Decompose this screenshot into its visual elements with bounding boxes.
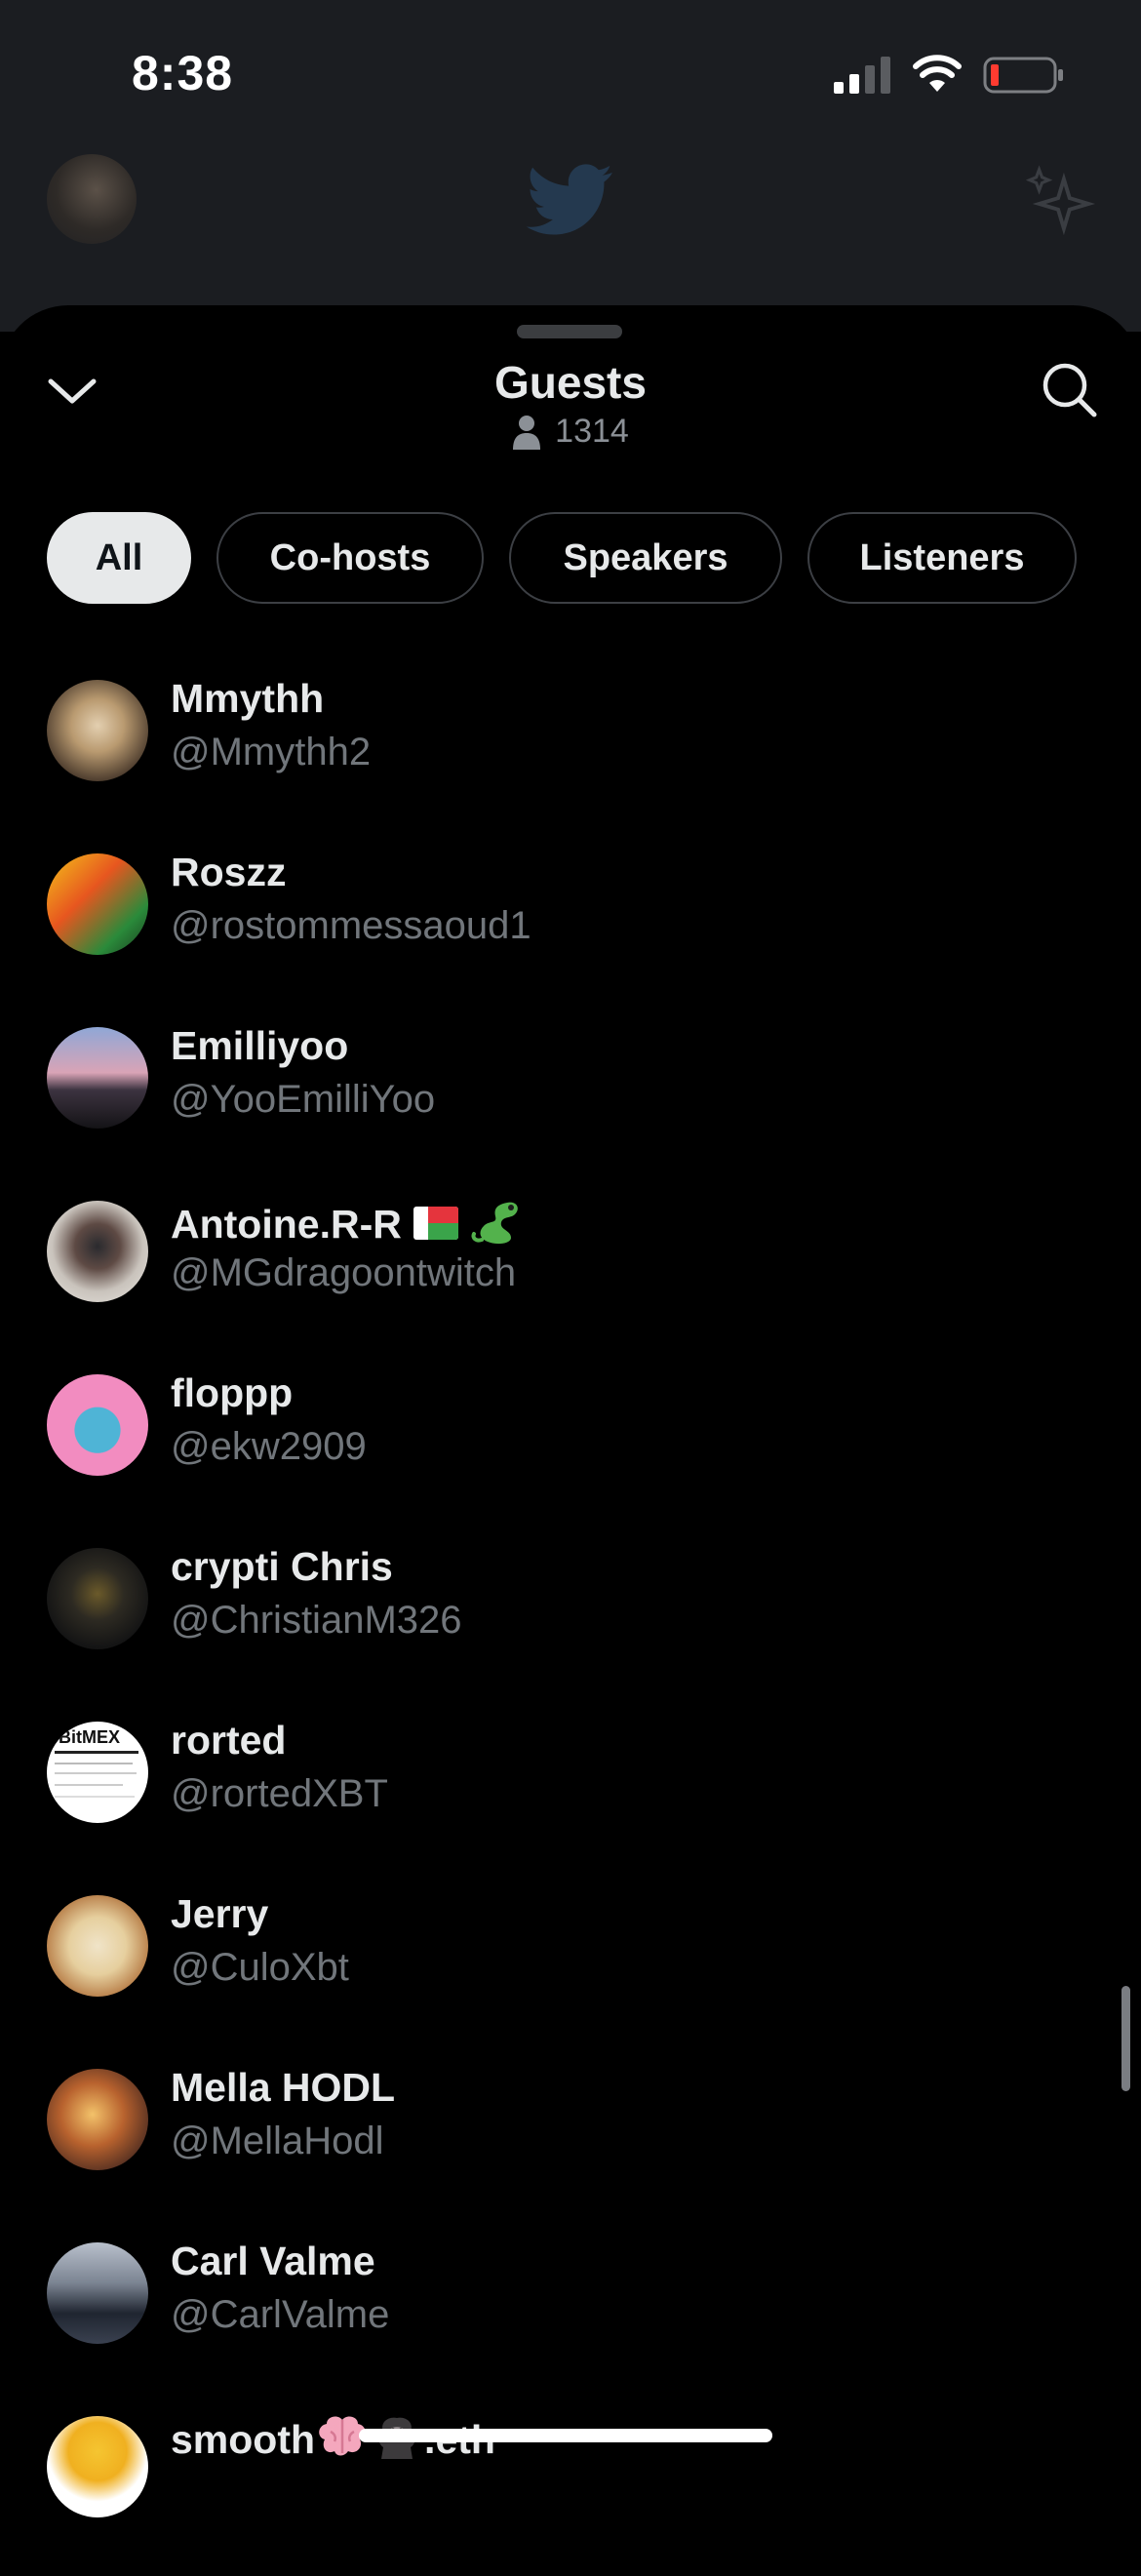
guest-handle: @rostommessaoud1 [171, 904, 531, 947]
avatar[interactable] [47, 2069, 148, 2170]
list-item[interactable]: crypti Chris @ChristianM326 [0, 1534, 1141, 1708]
search-icon [1043, 363, 1097, 417]
avatar[interactable] [47, 853, 148, 955]
guest-name: Roszz [171, 850, 287, 894]
filter-tabs: All Co-hosts Speakers Listeners [47, 512, 1077, 608]
guest-name-text: Antoine.R-R [171, 1202, 402, 1247]
tab-speakers[interactable]: Speakers [509, 512, 782, 604]
avatar[interactable] [47, 680, 148, 781]
guest-name: floppp [171, 1370, 294, 1415]
guest-handle: @ChristianM326 [171, 1599, 462, 1642]
guest-handle: @CuloXbt [171, 1946, 349, 1989]
guest-name-text: smooth [171, 2417, 316, 2462]
tab-all[interactable]: All [47, 512, 191, 604]
list-item[interactable]: Mmythh @Mmythh2 [0, 666, 1141, 840]
guest-handle: @MGdragoontwitch [171, 1251, 517, 1294]
avatar[interactable] [47, 1027, 148, 1129]
person-icon [513, 415, 541, 450]
tab-listeners[interactable]: Listeners [807, 512, 1077, 604]
tab-co-hosts-label: Co-hosts [269, 536, 431, 578]
background-profile-avatar [47, 154, 137, 244]
tab-listeners-label: Listeners [859, 536, 1025, 578]
guest-count: 1314 [0, 413, 1141, 451]
guest-list: Mmythh @Mmythh2 Roszz @rostommessaoud1 E… [0, 666, 1141, 2576]
status-bar: 8:38 [0, 0, 1141, 146]
home-indicator[interactable] [359, 2429, 772, 2442]
wifi-icon [913, 55, 962, 92]
guest-name: Emilliyoo [171, 1023, 349, 1068]
battery-low-icon [983, 57, 1063, 94]
guest-count-value: 1314 [555, 413, 629, 450]
avatar-logo-text: BitMEX [59, 1727, 120, 1747]
search-button[interactable] [1038, 358, 1100, 420]
guest-handle: @rortedXBT [171, 1772, 388, 1815]
dragon-icon [471, 1202, 518, 1245]
list-item[interactable]: Antoine.R-R @MGdragoontwitch [0, 1187, 1141, 1361]
list-item[interactable]: Roszz @rostommessaoud1 [0, 840, 1141, 1013]
guest-handle: @YooEmilliYoo [171, 1078, 436, 1121]
list-item[interactable]: Carl Valme @CarlValme [0, 2229, 1141, 2402]
avatar[interactable] [47, 2416, 148, 2517]
scrollbar[interactable] [1121, 1986, 1130, 2091]
sparkle-icon [1025, 165, 1096, 236]
guest-name: crypti Chris [171, 1544, 393, 1589]
list-item[interactable]: floppp @ekw2909 [0, 1361, 1141, 1534]
sheet-title: Guests [494, 357, 647, 408]
sheet-grabber-handle[interactable] [517, 325, 622, 338]
guest-handle: @Mmythh2 [171, 731, 372, 773]
guest-name: Mmythh [171, 676, 325, 721]
avatar[interactable] [47, 2242, 148, 2344]
guest-name: Antoine.R-R [171, 1197, 523, 1248]
guest-name: Carl Valme [171, 2239, 375, 2283]
guest-handle: @MellaHodl [171, 2120, 384, 2162]
tab-speakers-label: Speakers [563, 536, 728, 578]
avatar[interactable] [47, 1201, 148, 1302]
guest-name: Jerry [171, 1891, 269, 1936]
tab-all-label: All [95, 536, 143, 578]
guest-name: rorted [171, 1718, 287, 1763]
list-item[interactable]: Emilliyoo @YooEmilliYoo [0, 1013, 1141, 1187]
list-item[interactable]: Mella HODL @MellaHodl [0, 2055, 1141, 2229]
list-item[interactable]: Jerry @CuloXbt [0, 1882, 1141, 2055]
cellular-signal-icon [834, 57, 890, 94]
twitter-bird-icon [527, 164, 612, 235]
guest-handle: @ekw2909 [171, 1425, 367, 1468]
list-item[interactable]: BitMEX rorted @rortedXBT [0, 1708, 1141, 1882]
guest-name: Mella HODL [171, 2065, 396, 2110]
avatar[interactable] [47, 1374, 148, 1476]
status-time: 8:38 [132, 46, 234, 100]
madagascar-flag-icon [413, 1207, 458, 1240]
guest-handle: @CarlValme [171, 2293, 390, 2336]
avatar[interactable] [47, 1895, 148, 1997]
avatar[interactable]: BitMEX [47, 1722, 148, 1823]
tab-co-hosts[interactable]: Co-hosts [216, 512, 484, 604]
avatar[interactable] [47, 1548, 148, 1649]
